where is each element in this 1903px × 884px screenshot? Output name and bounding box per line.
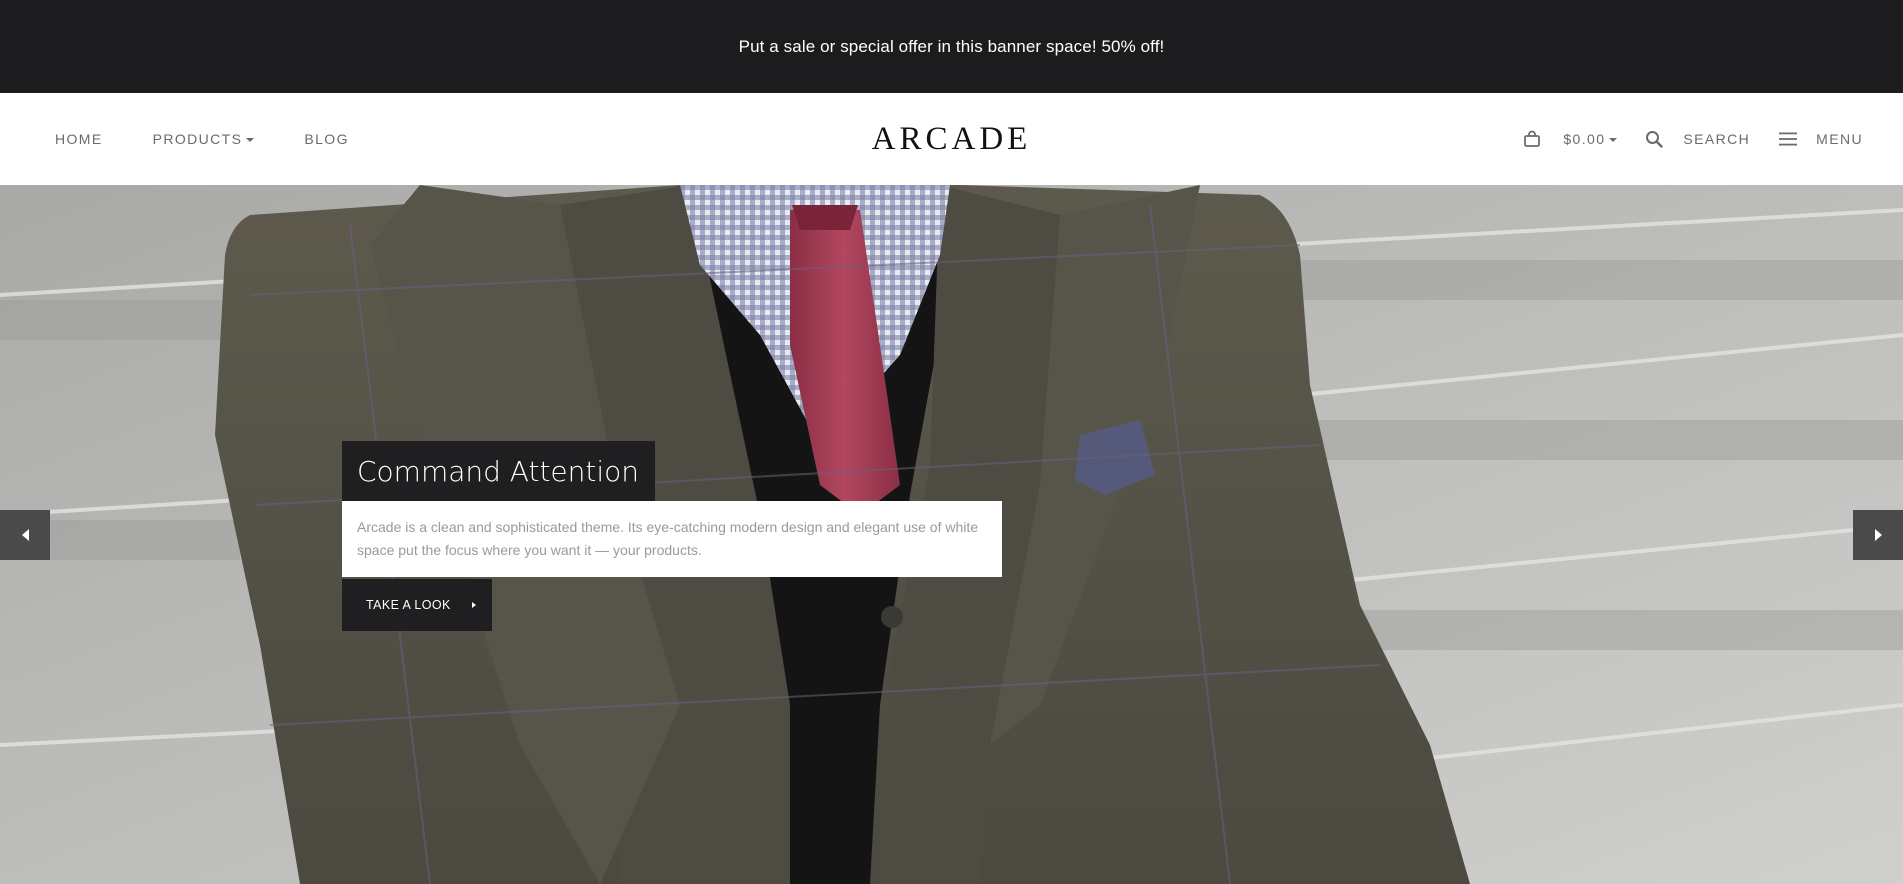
site-header: HOME PRODUCTS BLOG ARCADE $0.00 SEARCH M… (0, 93, 1903, 185)
main-nav: HOME PRODUCTS BLOG (55, 93, 349, 185)
shopping-bag-icon (1524, 130, 1541, 147)
slide-description-text: Arcade is a clean and sophisticated them… (357, 519, 979, 558)
header-actions: $0.00 SEARCH MENU (1523, 93, 1863, 185)
take-a-look-button[interactable]: TAKE A LOOK (342, 579, 492, 631)
slide-description: Arcade is a clean and sophisticated them… (342, 501, 1002, 577)
chevron-down-icon (1609, 137, 1618, 142)
nav-products-link[interactable]: PRODUCTS (153, 131, 255, 147)
take-a-look-label: TAKE A LOOK (366, 598, 451, 612)
chevron-down-icon (246, 137, 255, 142)
search-icon-button[interactable] (1645, 130, 1664, 148)
triangle-left-icon (21, 529, 29, 541)
menu-link[interactable]: MENU (1816, 131, 1863, 147)
hero-slideshow: Command Attention Arcade is a clean and … (0, 185, 1903, 884)
slider-prev-button[interactable] (0, 510, 50, 560)
slide-title-text: Command Attention (357, 454, 640, 488)
cart-total-value: $0.00 (1563, 131, 1606, 147)
search-label: SEARCH (1683, 131, 1751, 147)
magnifier-icon (1646, 131, 1664, 148)
nav-blog-label: BLOG (304, 131, 349, 147)
triangle-right-icon (472, 602, 476, 608)
cart-button[interactable] (1523, 130, 1541, 148)
hamburger-icon (1779, 132, 1798, 146)
cart-total-dropdown[interactable]: $0.00 (1563, 131, 1618, 147)
nav-blog-link[interactable]: BLOG (304, 131, 349, 147)
slider-next-button[interactable] (1853, 510, 1903, 560)
triangle-right-icon (1874, 529, 1882, 541)
nav-home-label: HOME (55, 131, 103, 147)
nav-home-link[interactable]: HOME (55, 131, 103, 147)
announcement-text: Put a sale or special offer in this bann… (738, 36, 1165, 56)
menu-icon-button[interactable] (1778, 131, 1798, 147)
announcement-banner: Put a sale or special offer in this bann… (0, 0, 1903, 93)
search-link[interactable]: SEARCH (1683, 131, 1750, 147)
nav-products-label: PRODUCTS (152, 131, 243, 147)
slide-title: Command Attention (342, 441, 656, 501)
menu-label: MENU (1816, 131, 1863, 147)
site-logo[interactable]: ARCADE (872, 121, 1032, 158)
